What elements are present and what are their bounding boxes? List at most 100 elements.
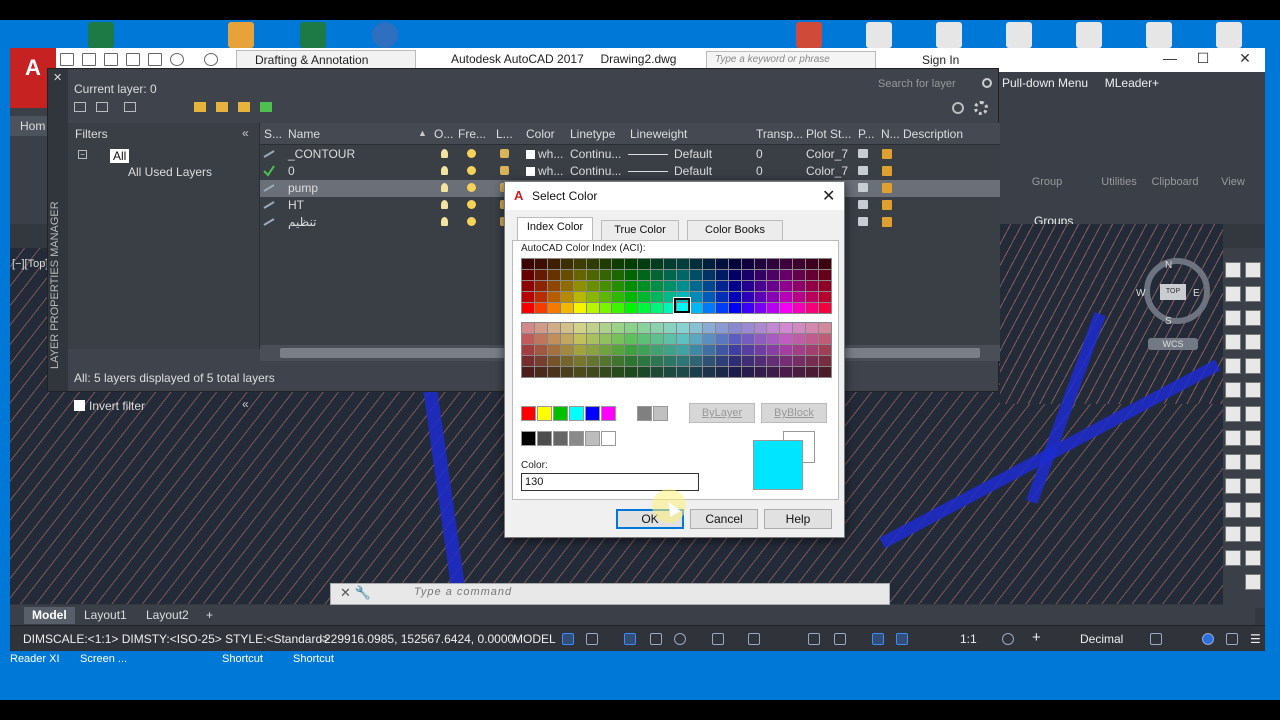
object-snap-icon[interactable] [748, 633, 760, 645]
aci-swatch[interactable] [754, 345, 767, 355]
workspace-dropdown[interactable]: Drafting & Annotation [236, 50, 416, 70]
close-window-icon[interactable]: ✕ [1235, 50, 1255, 67]
new-vp-freeze-icon[interactable] [882, 217, 892, 227]
printer-icon[interactable] [858, 183, 868, 192]
aci-swatch[interactable] [702, 259, 715, 269]
customize-menu-icon[interactable]: ☰ [1250, 632, 1261, 646]
aci-swatch[interactable] [741, 345, 754, 355]
tool-icon[interactable] [1245, 478, 1261, 494]
aci-swatch[interactable] [547, 281, 560, 291]
aci-swatch[interactable] [612, 367, 625, 377]
viewport-label[interactable]: [−][Top] [12, 258, 48, 270]
layer-plot-style[interactable]: Color_7 [806, 147, 848, 161]
aci-swatch[interactable] [819, 367, 831, 377]
aci-swatch[interactable] [625, 345, 638, 355]
aci-swatch[interactable] [793, 270, 806, 280]
tab-layout1[interactable]: Layout1 [76, 607, 135, 624]
aci-swatch[interactable] [573, 356, 586, 366]
layer-name[interactable]: HT [288, 198, 304, 212]
aci-swatch[interactable] [625, 292, 638, 302]
aci-swatch[interactable] [573, 303, 586, 313]
aci-swatch[interactable] [664, 281, 676, 291]
aci-swatch[interactable] [612, 345, 625, 355]
color-swatch[interactable] [653, 406, 668, 421]
compass-s[interactable]: S [1165, 316, 1172, 327]
aci-swatch[interactable] [806, 281, 819, 291]
tab-index-color[interactable]: Index Color [517, 217, 593, 241]
aci-swatch[interactable] [534, 356, 547, 366]
aci-swatch[interactable] [741, 292, 754, 302]
tool-icon[interactable] [1245, 502, 1261, 518]
group-button[interactable]: Group [1022, 136, 1072, 192]
aci-swatch[interactable] [767, 292, 780, 302]
aci-swatch[interactable] [534, 334, 547, 344]
compass-w[interactable]: W [1136, 288, 1145, 299]
aci-swatch[interactable] [689, 367, 702, 377]
aci-swatch[interactable] [819, 292, 831, 302]
new-layer-vp-icon[interactable] [216, 102, 228, 112]
col-lineweight[interactable]: Lineweight [630, 127, 687, 141]
palette-close-icon[interactable]: ✕ [53, 71, 62, 84]
layer-color[interactable]: wh... [526, 164, 563, 178]
layer-states-icon[interactable] [124, 102, 136, 112]
color-swatch[interactable] [601, 431, 616, 446]
search-icon[interactable] [982, 78, 992, 88]
new-property-filter-icon[interactable] [74, 102, 86, 112]
polar-tracking-icon[interactable] [674, 633, 686, 645]
aci-swatch[interactable] [599, 270, 612, 280]
aci-swatch[interactable] [715, 367, 728, 377]
aci-swatch[interactable] [806, 303, 819, 313]
tool-icon[interactable] [1225, 406, 1241, 422]
keyword-search-input[interactable]: Type a keyword or phrase [706, 51, 876, 69]
printer-icon[interactable] [858, 200, 868, 209]
tab-model[interactable]: Model [24, 607, 75, 624]
aci-swatch[interactable] [728, 303, 741, 313]
aci-swatch[interactable] [677, 259, 689, 269]
aci-swatch[interactable] [767, 270, 780, 280]
aci-swatch[interactable] [534, 259, 547, 269]
aci-swatch[interactable] [793, 334, 806, 344]
aci-swatch[interactable] [638, 323, 651, 333]
color-swatch[interactable] [637, 406, 652, 421]
aci-swatch[interactable] [651, 367, 664, 377]
close-icon[interactable]: ✕ [822, 186, 835, 206]
set-current-icon[interactable] [260, 102, 272, 112]
col-linetype[interactable]: Linetype [570, 127, 615, 141]
lightbulb-icon[interactable] [441, 149, 448, 158]
layer-row-0[interactable]: 0 wh... Continu... Default 0 Color_7 [260, 163, 1000, 180]
col-new-vp-freeze[interactable]: N... [881, 127, 900, 141]
print-icon[interactable] [148, 53, 162, 66]
aci-swatch[interactable] [754, 323, 767, 333]
tool-icon[interactable] [1225, 430, 1241, 446]
new-vp-freeze-icon[interactable] [882, 166, 892, 176]
aci-swatch[interactable] [651, 323, 664, 333]
aci-swatch[interactable] [677, 270, 689, 280]
auto-scale-icon[interactable] [896, 633, 908, 645]
aci-swatch[interactable] [522, 281, 534, 291]
aci-swatch[interactable] [560, 270, 573, 280]
aci-swatch[interactable] [599, 356, 612, 366]
aci-swatch[interactable] [651, 259, 664, 269]
color-swatch[interactable] [537, 431, 552, 446]
aci-swatch[interactable] [534, 281, 547, 291]
new-vp-freeze-icon[interactable] [882, 149, 892, 159]
clipboard-button[interactable]: Clipboard [1150, 136, 1200, 192]
sun-icon[interactable] [467, 200, 476, 209]
hardware-acceleration-icon[interactable] [1202, 633, 1214, 645]
units-dropdown[interactable]: Decimal [1080, 632, 1123, 646]
aci-swatch[interactable] [547, 270, 560, 280]
aci-swatch[interactable] [689, 303, 702, 313]
aci-swatch[interactable] [625, 323, 638, 333]
aci-swatch[interactable] [560, 334, 573, 344]
globe-desktop-icon[interactable] [372, 22, 398, 48]
aci-swatch[interactable] [612, 323, 625, 333]
color-swatch[interactable] [521, 431, 536, 446]
aci-swatch[interactable] [625, 270, 638, 280]
aci-swatch[interactable] [651, 303, 664, 313]
aci-swatch[interactable] [522, 345, 534, 355]
tool-icon[interactable] [1245, 382, 1261, 398]
aci-swatch[interactable] [599, 367, 612, 377]
wcs-menu[interactable]: WCS [1148, 338, 1198, 350]
aci-swatch[interactable] [677, 367, 689, 377]
layer-name[interactable]: _CONTOUR [288, 147, 355, 161]
